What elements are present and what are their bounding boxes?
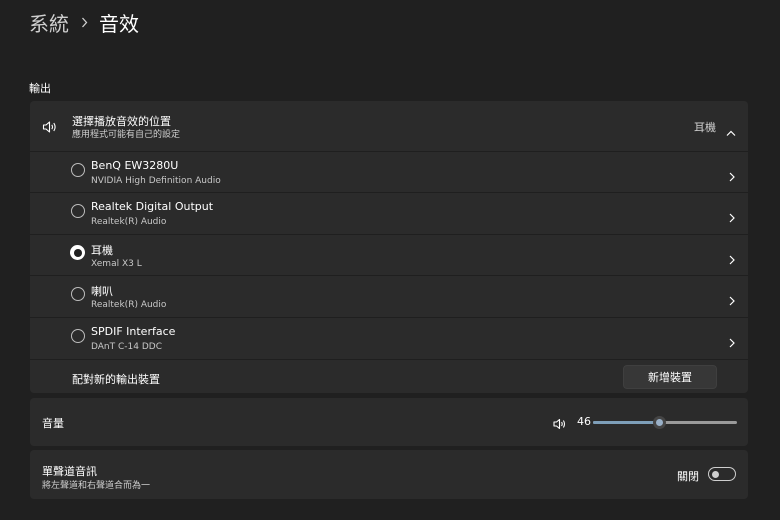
chevron-right-icon[interactable] bbox=[729, 208, 735, 223]
device-radio[interactable] bbox=[71, 204, 85, 218]
device-name: 耳機 bbox=[91, 244, 113, 257]
mono-audio-toggle[interactable] bbox=[708, 467, 736, 481]
chevron-right-icon[interactable] bbox=[729, 250, 735, 265]
device-row[interactable]: 喇叭 Realtek(R) Audio bbox=[30, 275, 748, 317]
pair-device-row: 配對新的輸出裝置 新增裝置 bbox=[30, 359, 748, 394]
device-name: SPDIF Interface bbox=[91, 325, 176, 338]
volume-slider-thumb[interactable] bbox=[653, 416, 667, 429]
chevron-right-icon[interactable] bbox=[729, 333, 735, 348]
page-title: 音效 bbox=[99, 11, 139, 36]
mono-toggle-state: 關閉 bbox=[677, 470, 699, 483]
device-row[interactable]: Realtek Digital Output Realtek(R) Audio bbox=[30, 192, 748, 234]
toggle-knob bbox=[712, 470, 719, 478]
add-device-button[interactable]: 新增裝置 bbox=[623, 365, 717, 389]
breadcrumb-parent[interactable]: 系統 bbox=[29, 8, 69, 37]
speaker-icon bbox=[42, 119, 58, 133]
volume-value: 46 bbox=[577, 415, 591, 428]
chevron-right-icon[interactable] bbox=[729, 291, 735, 306]
volume-slider[interactable] bbox=[593, 416, 737, 429]
output-card: 選擇播放音效的位置 應用程式可能有自己的設定 耳機 BenQ EW3280U N… bbox=[30, 101, 748, 393]
device-name: Realtek Digital Output bbox=[91, 200, 214, 213]
device-radio[interactable] bbox=[71, 163, 85, 177]
chevron-right-icon bbox=[81, 17, 88, 28]
device-description: Realtek(R) Audio bbox=[91, 300, 167, 310]
device-name: BenQ EW3280U bbox=[91, 159, 179, 172]
chevron-up-icon[interactable] bbox=[726, 122, 736, 136]
volume-slider-fill bbox=[593, 421, 660, 424]
device-name: 喇叭 bbox=[91, 285, 113, 298]
output-selector-header[interactable]: 選擇播放音效的位置 應用程式可能有自己的設定 耳機 bbox=[30, 101, 748, 151]
device-description: Realtek(R) Audio bbox=[91, 217, 167, 227]
selected-output-value: 耳機 bbox=[694, 121, 716, 134]
device-row[interactable]: 耳機 Xemal X3 L bbox=[30, 234, 748, 276]
device-radio[interactable] bbox=[71, 329, 85, 343]
mono-audio-subtitle: 將左聲道和右聲道合而為一 bbox=[42, 481, 151, 491]
device-radio-selected[interactable] bbox=[70, 245, 85, 260]
device-description: NVIDIA High Definition Audio bbox=[91, 176, 221, 186]
section-label-output: 輸出 bbox=[29, 82, 51, 95]
device-row[interactable]: SPDIF Interface DAnT C-14 DDC bbox=[30, 317, 748, 359]
chevron-right-icon[interactable] bbox=[729, 167, 735, 182]
volume-icon[interactable] bbox=[553, 415, 567, 430]
pair-device-label: 配對新的輸出裝置 bbox=[72, 373, 160, 386]
volume-label: 音量 bbox=[42, 417, 64, 430]
mono-audio-title: 單聲道音訊 bbox=[42, 465, 97, 478]
volume-card: 音量 46 bbox=[30, 398, 748, 446]
mono-audio-card: 單聲道音訊 將左聲道和右聲道合而為一 關閉 bbox=[30, 450, 748, 499]
device-description: DAnT C-14 DDC bbox=[91, 342, 162, 352]
device-description: Xemal X3 L bbox=[91, 259, 142, 269]
breadcrumb: 系統 音效 bbox=[29, 7, 139, 37]
device-radio[interactable] bbox=[71, 287, 85, 301]
output-subtitle: 應用程式可能有自己的設定 bbox=[72, 130, 181, 140]
device-row[interactable]: BenQ EW3280U NVIDIA High Definition Audi… bbox=[30, 151, 748, 193]
